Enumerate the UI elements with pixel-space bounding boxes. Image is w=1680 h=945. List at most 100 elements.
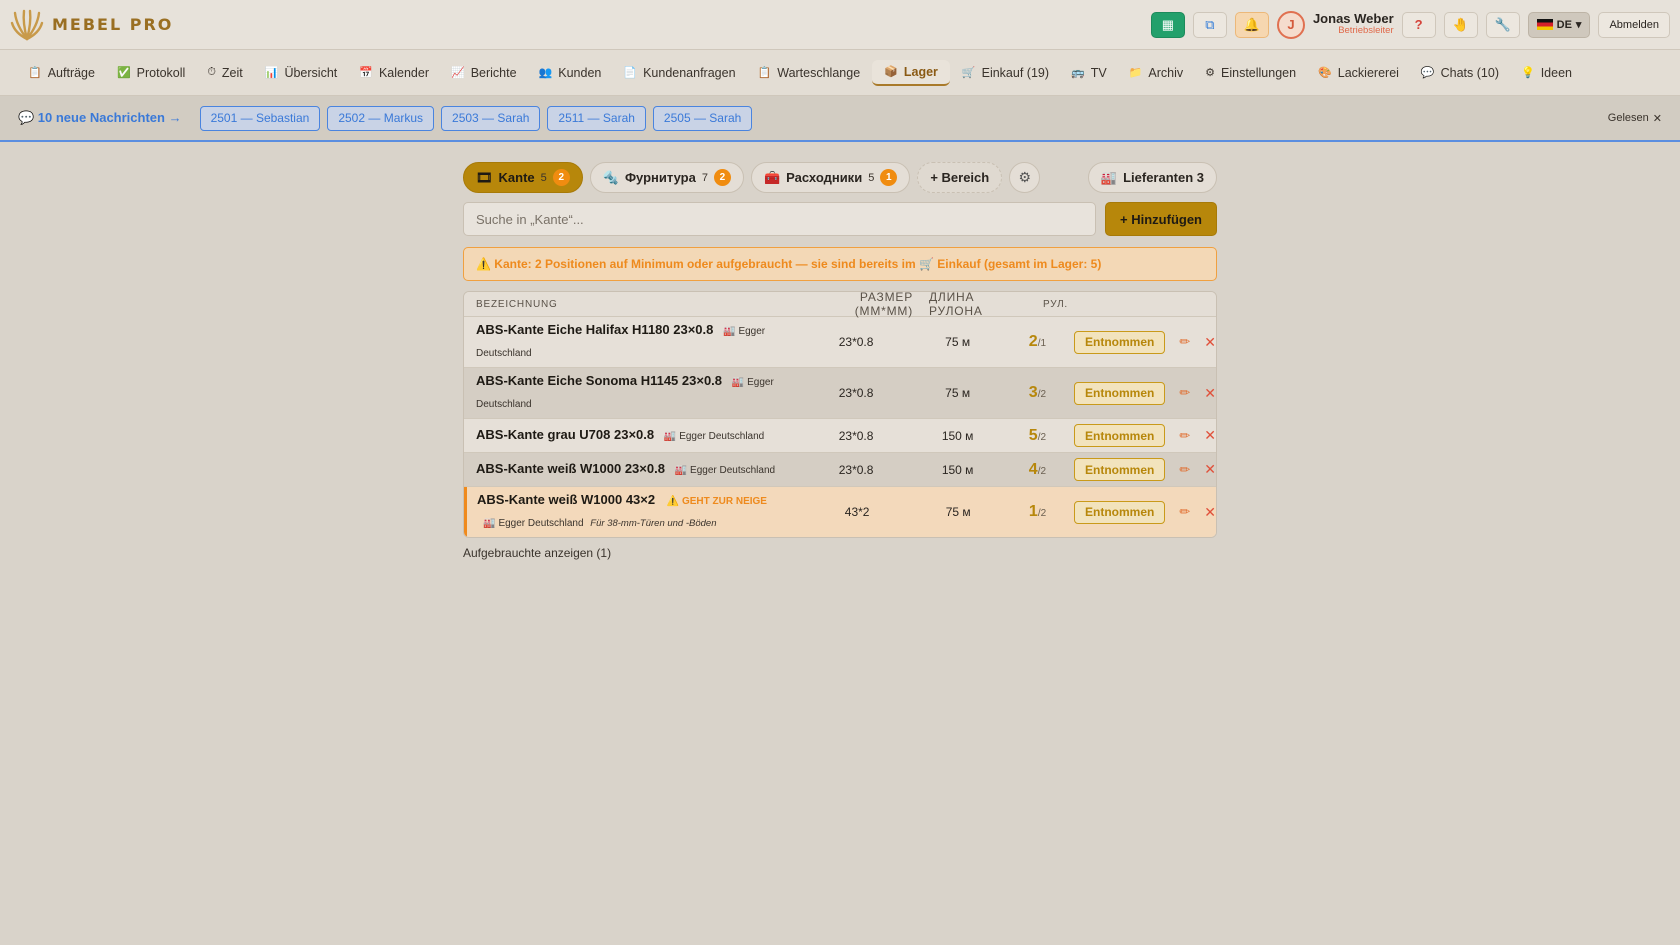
pencil-icon[interactable]: ✏ <box>1179 334 1190 350</box>
message-chips: 2501 — Sebastian 2502 — Markus 2503 — Sara… <box>199 105 753 131</box>
take-button[interactable]: Entnommen <box>1074 424 1166 447</box>
nav-item-lackiererei[interactable]: 🎨 Lackiererei <box>1308 60 1409 86</box>
message-chip[interactable]: 2505 — Sarah <box>652 105 753 131</box>
nav-icon: ⚙ <box>1205 67 1216 79</box>
help-icon: ? <box>1414 17 1423 32</box>
nav-item-aufträge[interactable]: 📋 Aufträge <box>18 60 105 86</box>
actions-cell: Entnommen ✏ ✕ <box>1064 424 1216 447</box>
rolls-qty: 1/2 <box>1029 503 1046 520</box>
calculator-button[interactable]: ▦ <box>1150 11 1185 38</box>
rolls-qty: 3/2 <box>1029 384 1046 401</box>
nav-item-chats-10[interactable]: 💬 Chats (10) <box>1411 60 1509 86</box>
tab-furnitura[interactable]: 🔩 Фурнитура 7 2 <box>589 162 744 193</box>
rolls-count: 3 <box>1028 384 1038 401</box>
messages-link[interactable]: 💬 10 neue Nachrichten → <box>18 110 182 126</box>
nav-item-warteschlange[interactable]: 📋 Warteschlange <box>748 60 871 86</box>
rolls-cell: 4/2 <box>1011 461 1064 479</box>
tab-badge: 2 <box>552 169 570 186</box>
nav-item-kalender[interactable]: 📅 Kalender <box>349 60 439 86</box>
nav-item-einstellungen[interactable]: ⚙ Einstellungen <box>1195 60 1306 86</box>
chevron-down-icon: ▾ <box>1575 19 1582 31</box>
tab-count: 5 <box>868 171 875 184</box>
app-name: MEBEL PRO <box>52 15 174 34</box>
nav-label: Übersicht <box>284 65 338 80</box>
avatar[interactable]: J <box>1276 10 1305 39</box>
take-button[interactable]: Entnommen <box>1074 500 1166 524</box>
window-button[interactable]: ⧉ <box>1192 11 1227 38</box>
search-input[interactable] <box>463 202 1097 236</box>
language-select[interactable]: DE ▾ <box>1527 11 1591 38</box>
supplier-info: 🏭 Egger Deutschland <box>658 431 765 442</box>
nav-item-archiv[interactable]: 📁 Archiv <box>1119 60 1193 86</box>
app-header: MEBEL PRO ▦ ⧉ 🔔 J Jonas Weber Betriebsle… <box>0 0 1680 50</box>
help-button[interactable]: ? <box>1401 11 1436 38</box>
take-button[interactable]: Entnommen <box>1074 381 1166 405</box>
message-chip[interactable]: 2501 — Sebastian <box>199 105 321 131</box>
nav-item-protokoll[interactable]: ✅ Protokoll <box>107 60 195 86</box>
nav-item-einkauf-19[interactable]: 🛒 Einkauf (19) <box>952 60 1059 86</box>
nav-item-berichte[interactable]: 📈 Berichte <box>441 60 527 86</box>
nav-item-tv[interactable]: 🚌 TV <box>1061 60 1117 86</box>
tab-label: Фурнитура <box>624 170 696 185</box>
nav-item-lager[interactable]: 📦 Lager <box>872 59 950 86</box>
tab-rashodniki[interactable]: 🧰 Расходники 5 1 <box>750 162 911 193</box>
pencil-icon[interactable]: ✏ <box>1179 385 1190 401</box>
add-area-button[interactable]: + Bereich <box>917 162 1003 193</box>
pencil-icon[interactable]: ✏ <box>1179 462 1190 478</box>
toolbox-icon: 🧰 <box>763 169 781 185</box>
actions-cell: Entnommen ✏ ✕ <box>1064 458 1216 481</box>
size-cell: 23*0.8 <box>838 335 874 349</box>
tab-label: Расходники <box>786 170 863 185</box>
item-name: ABS-Kante Eiche Halifax H1180 23×0.8 <box>476 322 714 337</box>
item-name: ABS-Kante Eiche Sonoma H1145 23×0.8 <box>476 373 723 388</box>
delete-icon[interactable]: ✕ <box>1204 334 1216 351</box>
pencil-icon[interactable]: ✏ <box>1179 504 1190 520</box>
message-chip[interactable]: 2502 — Markus <box>327 105 435 131</box>
nav-item-zeit[interactable]: ⏱ Zeit <box>197 60 252 86</box>
show-used-link[interactable]: Aufgebrauchte anzeigen (1) <box>463 546 1217 560</box>
logo[interactable]: MEBEL PRO <box>10 8 173 42</box>
delete-icon[interactable]: ✕ <box>1204 385 1216 402</box>
low-stock-badge: ⚠️ GEHT ZUR NEIGE <box>666 496 767 507</box>
length-cell: 150 м <box>941 428 974 443</box>
wrench-button[interactable]: 🔧 <box>1485 11 1520 38</box>
notifications-button[interactable]: 🔔 <box>1234 11 1269 38</box>
nav-icon: 🎨 <box>1318 67 1332 79</box>
tab-kante[interactable]: 🎞 Kante 5 2 <box>463 162 583 193</box>
suppliers-button[interactable]: 🏭 Lieferanten 3 <box>1087 162 1217 193</box>
supplier-name: Egger Deutschland <box>679 430 765 442</box>
factory-icon: 🏭 <box>483 518 496 529</box>
nav-item-kunden[interactable]: 👥 Kunden <box>529 60 612 86</box>
take-button[interactable]: Entnommen <box>1074 330 1166 354</box>
tab-count: 5 <box>540 171 547 184</box>
rolls-count: 5 <box>1028 426 1038 444</box>
message-chip[interactable]: 2511 — Sarah <box>547 105 646 131</box>
pencil-icon[interactable]: ✏ <box>1179 428 1190 444</box>
nav-icon: 📅 <box>359 67 373 79</box>
area-settings-button[interactable]: ⚙ <box>1009 162 1041 193</box>
delete-icon[interactable]: ✕ <box>1204 427 1216 444</box>
size-cell: 23*0.8 <box>838 428 874 443</box>
hand-button[interactable]: 🤚 <box>1443 11 1478 38</box>
take-button[interactable]: Entnommen <box>1074 458 1166 481</box>
nav-item-kundenanfragen[interactable]: 📄 Kundenanfragen <box>613 60 745 86</box>
delete-icon[interactable]: ✕ <box>1204 504 1216 521</box>
actions-cell: Entnommen ✏ ✕ <box>1064 381 1216 405</box>
nav-item-übersicht[interactable]: 📊 Übersicht <box>255 60 348 86</box>
rolls-min: /2 <box>1037 389 1047 400</box>
tab-count: 7 <box>701 171 708 184</box>
tape-icon: 🎞 <box>476 169 493 185</box>
nav-label: Berichte <box>470 65 517 80</box>
rolls-count: 4 <box>1028 460 1038 478</box>
logout-button[interactable]: Abmelden <box>1598 11 1670 38</box>
length-cell: 75 м <box>945 386 971 400</box>
nav-item-ideen[interactable]: 💡 Ideen <box>1511 60 1582 86</box>
mark-read-button[interactable]: Gelesen ✕ <box>1608 112 1662 125</box>
user-role: Betriebsleiter <box>1338 25 1394 37</box>
item-cell: ABS-Kante Eiche Halifax H1180 23×0.8 🏭 Eg… <box>464 320 808 364</box>
nav-icon: ⏱ <box>207 66 216 78</box>
delete-icon[interactable]: ✕ <box>1204 461 1216 478</box>
nav-label: Warteschlange <box>777 65 861 80</box>
add-button[interactable]: + Hinzufügen <box>1105 202 1217 236</box>
message-chip[interactable]: 2503 — Sarah <box>441 105 541 131</box>
